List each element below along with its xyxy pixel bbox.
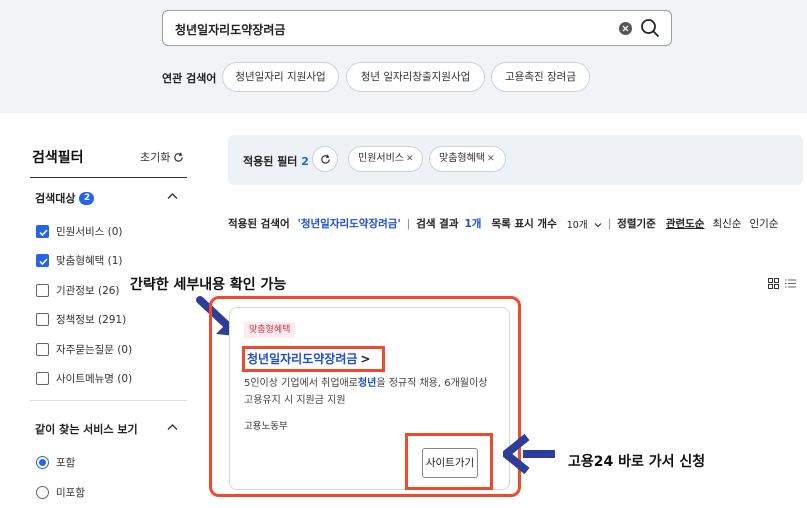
card-organization: 고용노동부 [244,421,288,432]
checkbox-checked[interactable] [36,225,49,238]
refresh-icon [174,151,184,162]
applied-filters-label: 적용된 필터 2 [243,155,309,168]
search-icon[interactable] [640,18,660,41]
filter-checkbox-faq[interactable]: 자주묻는질문 (0) [36,342,132,357]
filter-title: 검색필터 [32,150,84,166]
results-query: '청년일자리도약장려금' [297,218,401,230]
applied-filters-panel: 적용된 필터 2 민원서비스 ✕ 맞춤형혜택 ✕ [228,135,803,185]
remove-icon[interactable]: ✕ [406,147,414,171]
radio-include[interactable]: 포함 [36,455,75,470]
search-input[interactable]: 청년일자리도약장려금 [162,10,672,46]
related-chip[interactable]: 고용촉진 장려금 [491,62,590,92]
radio-selected[interactable] [36,456,49,469]
checkbox[interactable] [36,372,49,385]
results-count: 1개 [464,218,482,230]
chevron-up-icon[interactable] [167,423,178,431]
site-go-button[interactable]: 사이트가기 [422,448,478,478]
checkbox-checked[interactable] [36,254,49,267]
applied-chip-custom[interactable]: 맞춤형혜택 ✕ [429,146,506,172]
related-keywords-label: 연관 검색어 [162,72,217,85]
reset-button[interactable]: 초기화 [140,149,184,165]
card-description: 5인이상 기업에서 취업애로청년을 정규직 채용, 6개월이상 고용유지 시 지… [244,378,488,406]
chevron-up-icon[interactable] [167,192,178,200]
card-title-link[interactable]: 청년일자리도약장려금 > [242,346,385,372]
list-view-icon[interactable] [785,278,796,289]
result-card[interactable]: 맞춤형혜택 청년일자리도약장려금 > 5인이상 기업에서 취업애로청년을 정규직 … [229,307,510,490]
clear-icon[interactable] [619,22,632,35]
remove-icon[interactable]: ✕ [487,147,495,171]
divider [30,177,187,178]
related-chip[interactable]: 청년일자리 지원사업 [222,62,339,92]
applied-chip-civil[interactable]: 민원서비스 ✕ [348,146,423,172]
chevron-down-icon [594,222,602,227]
sort-popular[interactable]: 인기순 [749,216,778,231]
site-button-highlight: 사이트가기 [405,433,493,490]
sort-latest[interactable]: 최신순 [712,216,741,231]
chevron-right-icon: > [360,352,371,366]
checkbox[interactable] [36,313,49,326]
filter-checkbox-agency[interactable]: 기관정보 (26) [36,283,120,298]
radio[interactable] [36,486,49,499]
reset-label: 초기화 [140,151,171,164]
filter-checkbox-menu[interactable]: 사이트메뉴명 (0) [36,371,132,386]
page-size-select[interactable]: 10개 [567,217,602,231]
annotation-apply: 고용24 바로 가서 신청 [568,454,706,470]
view-toggle [768,278,796,289]
refresh-filters-button[interactable] [312,146,338,172]
checkbox[interactable] [36,343,49,356]
target-section-title[interactable]: 검색대상 2 [35,190,95,206]
target-count-badge: 2 [79,191,95,205]
arrow-left-icon [503,433,555,475]
related-chip[interactable]: 청년 일자리창출지원사업 [346,62,485,92]
checkbox[interactable] [36,284,49,297]
radio-exclude[interactable]: 미포함 [36,485,85,500]
applied-count: 2 [301,155,309,168]
results-toolbar: 적용된 검색어 '청년일자리도약장려금' | 검색 결과 1개 목록 표시 개수… [228,216,779,231]
filter-checkbox-policy[interactable]: 정책정보 (291) [36,312,126,327]
search-query-text: 청년일자리도약장려금 [175,23,286,37]
filter-checkbox-civil[interactable]: 민원서비스 (0) [36,224,123,239]
together-section-title[interactable]: 같이 찾는 서비스 보기 [35,421,138,437]
annotation-preview: 간략한 세부내용 확인 가능 [130,277,287,293]
sort-relevance[interactable]: 관련도순 [666,216,705,231]
divider [30,400,187,401]
grid-view-icon[interactable] [768,278,779,289]
refresh-icon [321,154,330,164]
filter-checkbox-custom[interactable]: 맞춤형혜택 (1) [36,253,123,268]
category-tag: 맞춤형혜택 [244,322,296,338]
